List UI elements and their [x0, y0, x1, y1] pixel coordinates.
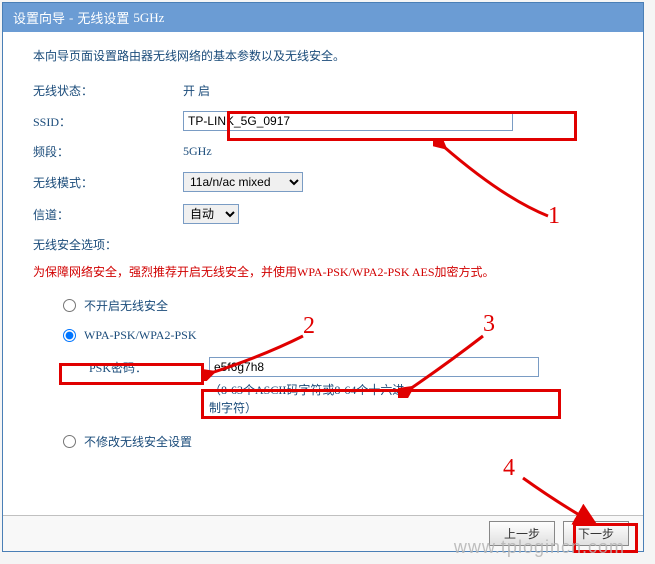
value-band: 5GHz	[183, 144, 212, 159]
psk-input[interactable]	[209, 357, 539, 377]
label-band: 频段：	[33, 143, 183, 160]
radio-keep[interactable]	[63, 435, 76, 448]
title-bar: 设置向导 - 无线设置 5GHz	[3, 3, 643, 32]
intro-text: 本向导页面设置路由器无线网络的基本参数以及无线安全。	[33, 47, 613, 64]
next-button[interactable]: 下一步	[563, 521, 629, 546]
button-bar: 上一步 下一步	[3, 515, 643, 551]
label-keep: 不修改无线安全设置	[84, 433, 192, 450]
radio-none[interactable]	[63, 299, 76, 312]
label-wireless-status: 无线状态：	[33, 82, 183, 99]
value-wireless-status: 开 启	[183, 82, 210, 99]
row-channel: 信道： 自动	[33, 204, 613, 224]
title-sep: -	[69, 10, 73, 26]
channel-select[interactable]: 自动	[183, 204, 239, 224]
mode-select[interactable]: 11a/n/ac mixed	[183, 172, 303, 192]
radio-row-none: 不开启无线安全	[63, 297, 613, 314]
title-band: 5GHz	[133, 10, 164, 26]
security-title: 无线安全选项：	[33, 236, 613, 253]
security-warning: 为保障网络安全，强烈推荐开启无线安全，并使用WPA-PSK/WPA2-PSK A…	[33, 263, 613, 282]
wizard-panel: 设置向导 - 无线设置 5GHz 本向导页面设置路由器无线网络的基本参数以及无线…	[2, 2, 644, 552]
title-main: 设置向导	[13, 8, 65, 27]
row-mode: 无线模式： 11a/n/ac mixed	[33, 172, 613, 192]
row-wireless-status: 无线状态： 开 启	[33, 82, 613, 99]
psk-label: PSK密码：	[89, 359, 209, 376]
radio-wpa[interactable]	[63, 329, 76, 342]
row-band: 频段： 5GHz	[33, 143, 613, 160]
content-area: 本向导页面设置路由器无线网络的基本参数以及无线安全。 无线状态： 开 启 SSI…	[3, 32, 643, 474]
row-ssid: SSID：	[33, 111, 613, 131]
radio-row-keep: 不修改无线安全设置	[63, 433, 613, 450]
label-mode: 无线模式：	[33, 174, 183, 191]
psk-row: PSK密码：	[89, 357, 613, 377]
psk-hint: （8-63个ASCII码字符或8-64个十六进制字符）	[209, 381, 409, 417]
label-ssid: SSID：	[33, 113, 183, 130]
radio-row-wpa: WPA-PSK/WPA2-PSK	[63, 328, 613, 343]
label-channel: 信道：	[33, 206, 183, 223]
title-sub: 无线设置	[77, 8, 129, 27]
label-wpa: WPA-PSK/WPA2-PSK	[84, 328, 196, 343]
label-none: 不开启无线安全	[84, 297, 168, 314]
ssid-input[interactable]	[183, 111, 513, 131]
prev-button[interactable]: 上一步	[489, 521, 555, 546]
